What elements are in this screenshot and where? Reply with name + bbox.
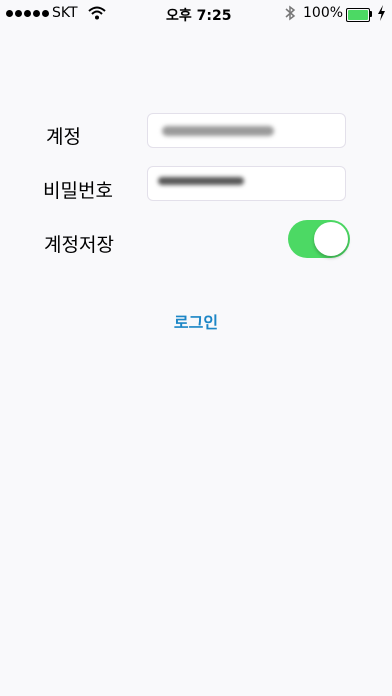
signal-strength-icon [6,10,49,17]
status-time: 오후 7:25 [166,8,232,24]
account-label: 계정 [46,126,81,148]
login-button[interactable]: 로그인 [150,307,242,335]
save-account-toggle[interactable] [288,220,350,258]
save-account-label: 계정저장 [44,234,114,256]
toggle-knob [314,222,348,256]
account-field[interactable] [147,113,346,148]
password-label: 비밀번호 [43,180,113,202]
battery-tip [370,11,372,17]
password-field[interactable] [147,166,346,201]
redacted-password-value [158,177,244,185]
redacted-account-value [162,126,274,136]
wifi-icon [88,6,106,24]
charging-icon [377,5,386,25]
carrier-name: SKT [52,5,78,21]
status-bar: SKT 오후 7:25 100% [0,0,392,28]
battery-percentage: 100% [303,5,344,21]
bluetooth-icon [284,5,296,25]
battery-icon [346,8,370,22]
